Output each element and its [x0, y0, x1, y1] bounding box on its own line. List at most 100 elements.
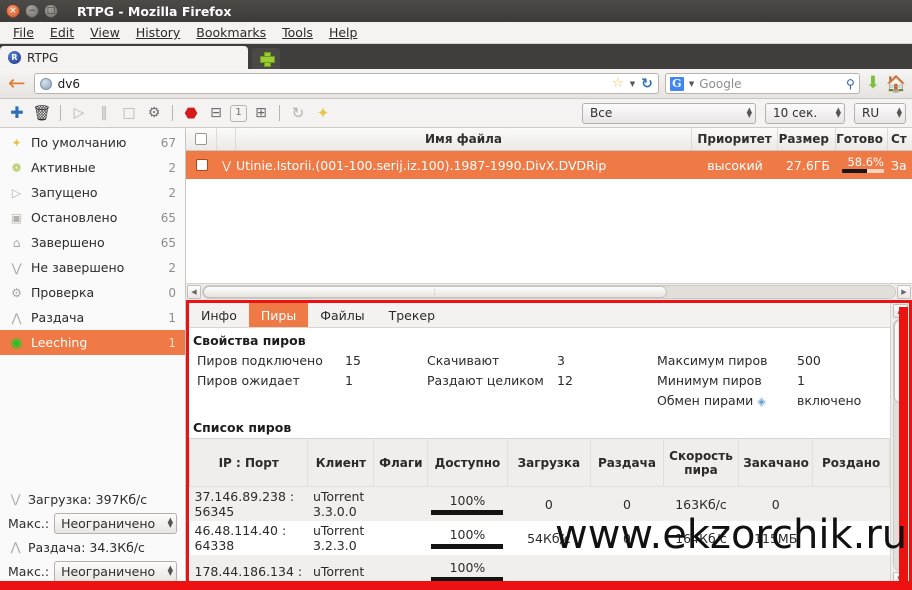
hscroll-track[interactable]: ⋮: [202, 285, 896, 299]
menu-view[interactable]: View: [83, 23, 127, 42]
url-bar[interactable]: dv6 ☆ ▼ ↻: [33, 73, 659, 94]
spinner-icon-3[interactable]: ▲ ▼: [897, 107, 902, 119]
bookmark-star-icon[interactable]: ☆: [612, 76, 624, 91]
sidebar-item-active[interactable]: ❁ Активные 2: [0, 155, 185, 180]
window-minimize-button[interactable]: −: [25, 4, 39, 18]
header-done[interactable]: Готово: [836, 128, 888, 150]
remove-torrent-icon[interactable]: 🗑: [31, 102, 53, 124]
peers-header-ip[interactable]: IP : Порт: [188, 438, 309, 487]
row-status-icon: ⋁: [221, 158, 232, 172]
interval-select-value: 10 сек.: [773, 106, 818, 120]
window-maximize-button[interactable]: □: [44, 4, 58, 18]
tab-info[interactable]: Инфо: [189, 303, 249, 327]
scroll-left-icon[interactable]: ◀: [187, 285, 201, 299]
sidebar-item-leeching[interactable]: ◉ Leeching 1: [0, 330, 185, 355]
upload-speed-label: Раздача: 34.3Кб/с: [28, 539, 145, 555]
table-row[interactable]: 37.146.89.238 : 56345 uTorrent 3.3.0.0 1…: [189, 486, 890, 521]
scroll-right-icon[interactable]: ▶: [897, 285, 911, 299]
download-speed-row: ⋁ Загрузка: 397Кб/с: [8, 488, 177, 510]
filter-select[interactable]: Все ▲ ▼: [582, 102, 756, 124]
menu-bookmarks[interactable]: Bookmarks: [189, 23, 273, 42]
search-icon[interactable]: ⚲: [846, 77, 855, 91]
peers-header-download[interactable]: Загрузка: [506, 438, 592, 487]
favicon-icon: R: [8, 51, 21, 64]
peers-header-downloaded[interactable]: Закачано: [738, 438, 814, 487]
stop-icon[interactable]: □: [118, 102, 140, 124]
table-row[interactable]: ⋁ Utinie.Istorii.(001-100.serij.iz.100).…: [186, 151, 912, 179]
prop-row: Обмен пирами ◈ включено: [657, 391, 861, 409]
sidebar-item-stopped[interactable]: ▣ Остановлено 65: [0, 205, 185, 230]
sidebar-item-count: 1: [168, 335, 176, 350]
window-close-button[interactable]: ×: [6, 4, 20, 18]
torrent-list-header: Имя файла Приоритет Размер Готово Ст: [186, 128, 912, 151]
language-select[interactable]: RU ▲ ▼: [854, 102, 906, 124]
tab-tracker[interactable]: Трекер: [377, 303, 447, 327]
prop-row: Пиров подключено 15: [197, 351, 427, 369]
menu-help[interactable]: Help: [322, 23, 365, 42]
menu-edit[interactable]: Edit: [43, 23, 81, 42]
header-size[interactable]: Размер: [778, 128, 836, 150]
sidebar-item-seeding[interactable]: ⋀ Раздача 1: [0, 305, 185, 330]
record-stop-icon[interactable]: ⬣: [180, 102, 202, 124]
horizontal-scrollbar[interactable]: ◀ ⋮ ▶: [186, 283, 912, 300]
spinner-icon-2[interactable]: ▲ ▼: [836, 107, 841, 119]
sidebar-item-checking[interactable]: ⚙ Проверка 0: [0, 280, 185, 305]
select-all-checkbox[interactable]: [195, 133, 207, 145]
menu-history[interactable]: History: [129, 23, 187, 42]
pause-icon[interactable]: ‖: [93, 102, 115, 124]
menu-tools[interactable]: Tools: [275, 23, 320, 42]
menu-file[interactable]: File: [6, 23, 41, 42]
tab-peers[interactable]: Пиры: [248, 303, 309, 327]
chevron-down-icon[interactable]: ▼: [630, 80, 635, 88]
peers-header-client[interactable]: Клиент: [307, 438, 375, 487]
sidebar-item-label: Запущено: [31, 185, 98, 200]
browser-tab-rtpg[interactable]: R RTPG: [0, 46, 248, 69]
menu-history-label: History: [135, 25, 181, 40]
sidebar-item-completed[interactable]: ⌂ Завершено 65: [0, 230, 185, 255]
reload-icon[interactable]: ↻: [641, 76, 653, 92]
home-icon[interactable]: 🏠: [886, 75, 906, 92]
header-name[interactable]: Имя файла: [236, 128, 692, 150]
search-bar[interactable]: G ▼ Google ⚲: [664, 73, 860, 94]
hscroll-thumb[interactable]: ⋮: [203, 286, 667, 298]
peers-header-available[interactable]: Доступно: [427, 438, 508, 487]
search-input[interactable]: Google: [699, 77, 841, 91]
search-engine-chevron-icon[interactable]: ▼: [689, 80, 694, 88]
priority-low-icon[interactable]: ⊟: [205, 102, 227, 124]
peer-list-title: Список пиров: [193, 420, 292, 435]
refresh-icon[interactable]: ↻: [287, 102, 309, 124]
tab-files[interactable]: Файлы: [308, 303, 376, 327]
upload-max-select[interactable]: Неограничено ▲ ▼: [54, 560, 177, 582]
row-checkbox[interactable]: [195, 159, 208, 171]
url-input[interactable]: dv6: [58, 77, 606, 91]
peers-header-flags[interactable]: Флаги: [373, 438, 429, 487]
star-icon[interactable]: ✦: [312, 102, 334, 124]
select-all-header[interactable]: [186, 128, 217, 150]
spinner-icon[interactable]: ▲ ▼: [168, 565, 173, 577]
start-icon[interactable]: ▷: [68, 102, 90, 124]
downloads-icon[interactable]: ⬇: [866, 75, 880, 92]
prop-value: 15: [345, 352, 361, 368]
back-arrow-icon[interactable]: ←: [8, 73, 26, 94]
settings-icon[interactable]: ⚙: [143, 102, 165, 124]
download-max-select[interactable]: Неограничено ▲ ▼: [54, 512, 177, 534]
peers-header-uploaded[interactable]: Роздано: [812, 438, 890, 487]
peers-header-peer-speed[interactable]: Скорость пира: [662, 438, 740, 487]
peers-header-upload[interactable]: Раздача: [590, 438, 664, 487]
new-tab-button[interactable]: [252, 48, 280, 69]
header-status[interactable]: Ст: [888, 128, 912, 150]
row-checkbox-cell[interactable]: [186, 151, 217, 179]
add-torrent-icon[interactable]: ✚: [6, 102, 28, 124]
priority-normal-icon[interactable]: 1: [230, 104, 247, 122]
priority-high-icon[interactable]: ⊞: [250, 102, 272, 124]
prop-key: Минимум пиров: [657, 372, 762, 388]
spinner-icon[interactable]: ▲ ▼: [747, 107, 752, 119]
interval-select[interactable]: 10 сек. ▲ ▼: [765, 102, 845, 124]
table-row[interactable]: 46.48.114.40 : 64338 uTorrent 3.2.3.0 10…: [190, 521, 890, 555]
spinner-icon[interactable]: ▲ ▼: [168, 517, 173, 529]
sidebar-item-default[interactable]: ✦ По умолчанию 67: [0, 130, 185, 155]
sidebar-item-running[interactable]: ▷ Запущено 2: [0, 180, 185, 205]
sidebar-item-incomplete[interactable]: ⋁ Не завершено 2: [0, 255, 185, 280]
menubar: File Edit View History Bookmarks Tools H…: [0, 22, 912, 44]
header-priority[interactable]: Приоритет: [692, 128, 778, 150]
